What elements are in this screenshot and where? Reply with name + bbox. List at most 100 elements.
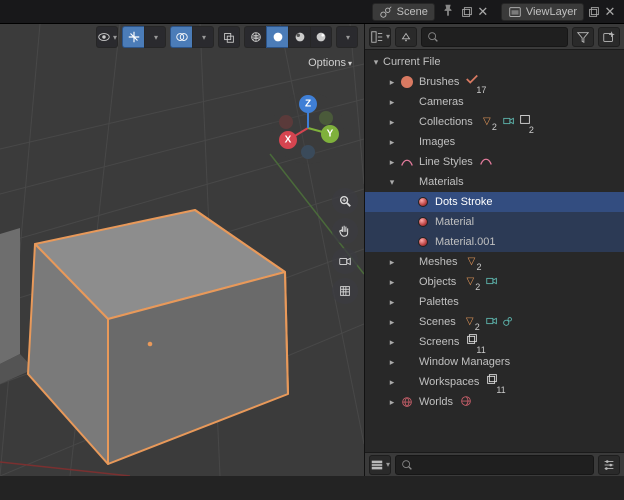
disclosure-triangle[interactable]: ▸ — [385, 157, 399, 168]
row-label: Meshes — [419, 256, 458, 268]
svg-text:Z: Z — [305, 99, 311, 110]
fake-user-badge: 17 — [465, 72, 489, 91]
outliner-header: ▾ — [365, 24, 624, 50]
disclosure-triangle[interactable]: ▸ — [385, 397, 399, 408]
camera-badge — [485, 274, 499, 291]
tree-item-material[interactable]: ▸Material — [365, 212, 624, 232]
mesh-badge: ▽2 — [464, 255, 485, 270]
linestyle-badge — [479, 154, 493, 171]
tree-category-worlds[interactable]: ▸ Worlds — [365, 392, 624, 412]
search-input[interactable] — [440, 31, 563, 43]
disclosure-triangle[interactable]: ▸ — [385, 257, 399, 268]
row-label: Screens — [419, 336, 459, 348]
disclosure-triangle[interactable]: ▸ — [385, 97, 399, 108]
row-label: Collections — [419, 116, 473, 128]
tree-category-workspaces[interactable]: ▸Workspaces11 — [365, 372, 624, 392]
shading-material[interactable] — [288, 26, 310, 48]
shading-mode-group — [244, 26, 332, 48]
viewlayer-icon — [508, 5, 522, 19]
tree-category-brushes[interactable]: ▸Brushes17 — [365, 72, 624, 92]
tree-category-cameras[interactable]: ▸Cameras — [365, 92, 624, 112]
tree-category-window-managers[interactable]: ▸ Window Managers — [365, 352, 624, 372]
search-icon — [426, 30, 440, 44]
scene-icon — [379, 5, 393, 19]
delete-scene-icon[interactable]: ✕ — [475, 4, 491, 20]
tree-item-material-001[interactable]: ▸Material.001 — [365, 232, 624, 252]
new-scene-icon[interactable] — [459, 4, 475, 20]
outliner-footer: ▾ — [365, 452, 624, 476]
tree-item-dots-stroke[interactable]: ▸Dots Stroke — [365, 192, 624, 212]
tree-root[interactable]: ▾Current File — [365, 52, 624, 72]
tree-category-collections[interactable]: ▸Collections▽22 — [365, 112, 624, 132]
pin-icon[interactable] — [441, 3, 455, 20]
filter-invert[interactable] — [395, 27, 417, 47]
persp-ortho-button[interactable] — [332, 278, 358, 304]
outliner-tree[interactable]: ▾Current File▸Brushes17▸Cameras▸Collecti… — [365, 50, 624, 452]
footer-editor-type[interactable]: ▾ — [369, 455, 391, 475]
scene-badge — [501, 314, 515, 331]
shading-rendered[interactable] — [310, 26, 332, 48]
svg-text:X: X — [285, 135, 292, 146]
visibility-dropdown[interactable]: ▾ — [96, 26, 118, 48]
footer-search-input[interactable] — [414, 459, 589, 471]
material-icon — [415, 194, 431, 210]
scene-icon — [399, 314, 415, 330]
disclosure-triangle[interactable]: ▸ — [385, 377, 399, 388]
zoom-button[interactable] — [332, 188, 358, 214]
pan-button[interactable] — [332, 218, 358, 244]
tree-category-meshes[interactable]: ▸ Meshes ▽2 — [365, 252, 624, 272]
tree-category-images[interactable]: ▸Images — [365, 132, 624, 152]
disclosure-triangle[interactable]: ▸ — [385, 297, 399, 308]
disclosure-triangle[interactable]: ▸ — [385, 117, 399, 128]
gizmo-dropdown[interactable]: ▾ — [144, 26, 166, 48]
overlay-toggle[interactable] — [170, 26, 192, 48]
viewlayer-selector[interactable]: ViewLayer — [501, 3, 584, 21]
outliner-search[interactable] — [421, 27, 568, 47]
filter-dropdown[interactable] — [572, 27, 594, 47]
display-mode-dropdown[interactable]: ▾ — [369, 27, 391, 47]
row-label: Line Styles — [419, 156, 473, 168]
disclosure-triangle[interactable]: ▸ — [385, 317, 399, 328]
screen-badge: 11 — [485, 372, 508, 391]
disclosure-triangle[interactable]: ▸ — [385, 357, 399, 368]
gizmo-toggle[interactable] — [122, 26, 144, 48]
scene-selector[interactable]: Scene — [372, 3, 435, 21]
disclosure-triangle[interactable]: ▾ — [385, 177, 399, 188]
tree-category-scenes[interactable]: ▸Scenes▽2 — [365, 312, 624, 332]
footer-options[interactable] — [598, 455, 620, 475]
shading-solid[interactable] — [266, 26, 288, 48]
tree-category-objects[interactable]: ▸Objects▽2 — [365, 272, 624, 292]
tree-category-line-styles[interactable]: ▸ Line Styles — [365, 152, 624, 172]
row-label: Palettes — [419, 296, 459, 308]
camera-view-button[interactable] — [332, 248, 358, 274]
overlay-dropdown[interactable]: ▾ — [192, 26, 214, 48]
shading-wireframe[interactable] — [244, 26, 266, 48]
screen-icon — [399, 334, 415, 350]
disclosure-triangle[interactable]: ▸ — [385, 137, 399, 148]
delete-viewlayer-icon[interactable]: ✕ — [602, 4, 618, 20]
row-label: Window Managers — [419, 356, 510, 368]
disclosure-triangle[interactable]: ▸ — [385, 277, 399, 288]
shading-dropdown[interactable]: ▾ — [336, 26, 358, 48]
nav-gizmo[interactable]: X Y Z — [270, 90, 346, 166]
row-label: Worlds — [419, 396, 453, 408]
viewport-3d[interactable]: ▾ ▾ ▾ ▾ — [0, 24, 364, 476]
new-viewlayer-icon[interactable] — [586, 4, 602, 20]
svg-text:Y: Y — [327, 129, 334, 140]
options-dropdown[interactable]: Options ▾ — [304, 54, 356, 72]
row-label: Material.001 — [435, 236, 496, 248]
new-collection-button[interactable] — [598, 27, 620, 47]
cam-icon — [399, 94, 415, 110]
camera-badge — [485, 314, 499, 331]
disclosure-triangle[interactable]: ▸ — [385, 337, 399, 348]
object-icon — [399, 274, 415, 290]
footer-search[interactable] — [395, 455, 594, 475]
tree-category-palettes[interactable]: ▸ Palettes — [365, 292, 624, 312]
brush-icon — [399, 74, 415, 90]
xray-toggle[interactable] — [218, 26, 240, 48]
disclosure-triangle[interactable]: ▾ — [369, 57, 383, 68]
tree-category-screens[interactable]: ▸ Screens 11 — [365, 332, 624, 352]
disclosure-triangle[interactable]: ▸ — [385, 77, 399, 88]
tree-category-materials[interactable]: ▾Materials — [365, 172, 624, 192]
screen-badge: 11 — [465, 332, 488, 351]
